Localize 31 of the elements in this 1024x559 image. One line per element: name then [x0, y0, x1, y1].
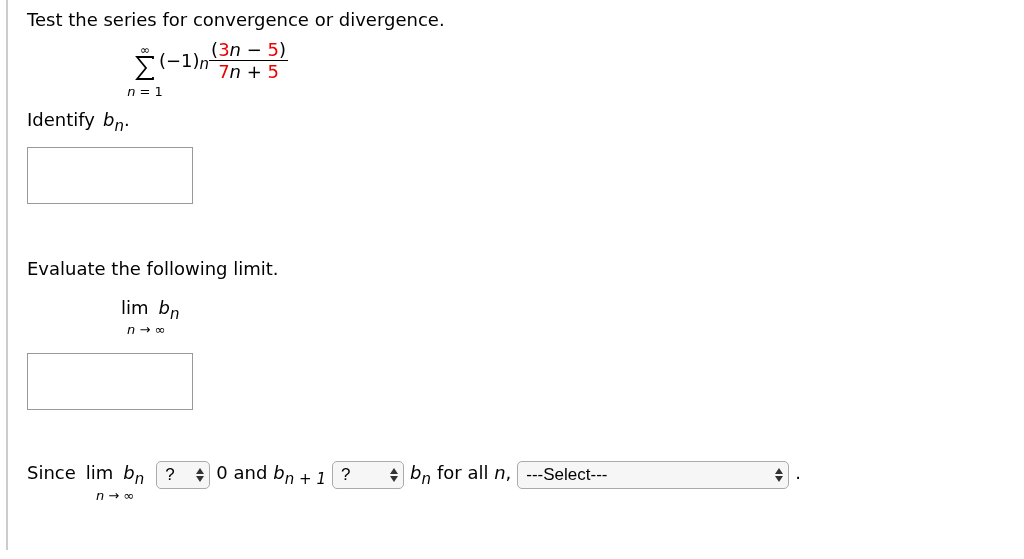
- lim-label: lim: [85, 462, 114, 484]
- sentence-text: for all n,: [436, 462, 512, 484]
- updown-arrows-icon: [196, 468, 205, 483]
- lim-subscript: n → ∞: [95, 487, 135, 503]
- dropdown[interactable]: ---Select---: [517, 461, 790, 490]
- question-text: Test the series for convergence or divergence.: [27, 9, 446, 30]
- sign-factor: (−1): [159, 50, 200, 71]
- bn-symbol: b$_{n + 1}$: [273, 462, 326, 488]
- fraction-denominator: 7n + 5: [218, 61, 279, 82]
- dropdown[interactable]: ?: [331, 461, 404, 490]
- dropdown[interactable]: ?: [156, 461, 211, 490]
- bn-symbol: b$_{n}$: [158, 296, 180, 318]
- sum-lower-limit: n = 1: [127, 84, 163, 99]
- bn-symbol: b$_{n}$.: [102, 109, 130, 130]
- exponent: n: [199, 54, 210, 73]
- answer-field[interactable]: [27, 353, 193, 411]
- lim-subscript: n → ∞: [127, 322, 166, 338]
- lim-label: lim: [121, 296, 149, 318]
- sentence-text: .: [795, 462, 802, 484]
- summation-icon: [135, 56, 155, 80]
- bn-symbol: b$_{n}$: [409, 462, 431, 488]
- sum-upper-limit: ∞: [140, 44, 150, 56]
- updown-arrows-icon: [775, 468, 784, 483]
- answer-field[interactable]: [27, 146, 193, 204]
- identify-label: Identify: [27, 109, 95, 130]
- evaluate-label: Evaluate the following limit.: [27, 257, 280, 279]
- updown-arrows-icon: [389, 468, 398, 483]
- bn-symbol: b$_{n}$: [123, 462, 145, 484]
- fraction-numerator: (3n − 5): [209, 39, 289, 61]
- sentence-text: 0 and: [216, 462, 268, 484]
- sentence-text: Since: [27, 462, 76, 484]
